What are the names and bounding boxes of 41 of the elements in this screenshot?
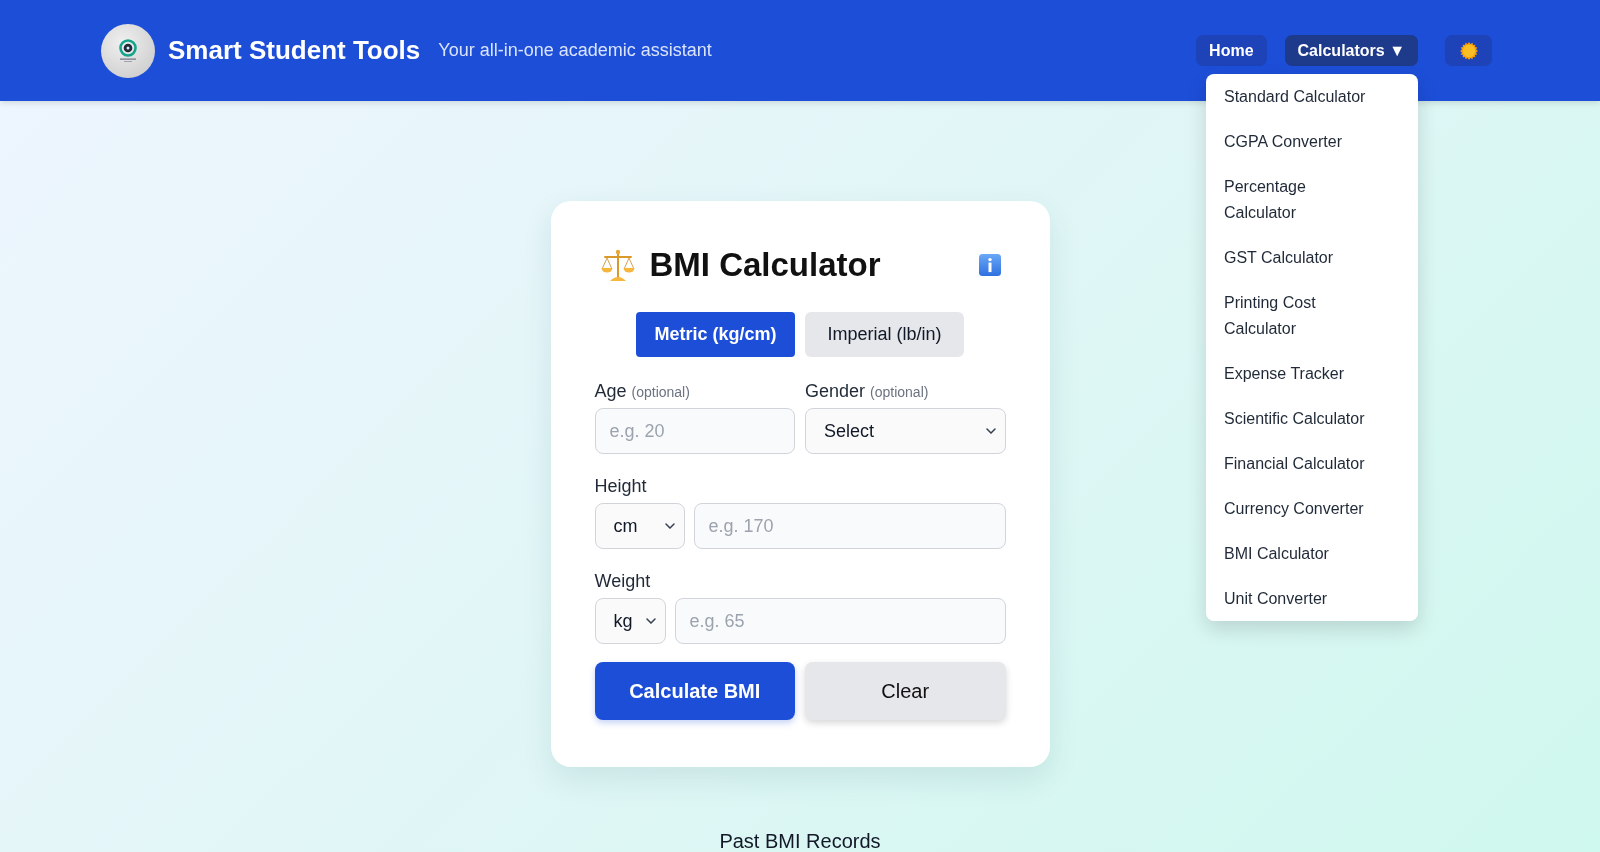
dropdown-menu-item[interactable]: BMI Calculator (1206, 531, 1418, 576)
gender-label: Gender (805, 381, 866, 401)
site-title: Smart Student Tools (168, 35, 421, 66)
home-nav-button[interactable]: Home (1196, 35, 1267, 66)
unit-tab[interactable]: Metric (kg/cm) (636, 312, 795, 357)
dropdown-menu-item[interactable]: Scientific Calculator (1206, 396, 1418, 441)
dropdown-menu-item[interactable]: GST Calculator (1206, 235, 1418, 280)
height-label: Height (594, 476, 647, 496)
calculators-nav-button[interactable]: Calculators ▼ (1284, 35, 1418, 66)
chevron-down-icon (664, 523, 675, 529)
optional-note: (optional) (631, 384, 690, 400)
age-field[interactable]: e.g. 20 (594, 408, 795, 454)
dropdown-menu-item[interactable]: Standard Calculator (1206, 74, 1418, 119)
dropdown-menu-item[interactable]: CGPA Converter (1206, 119, 1418, 164)
clear-button[interactable]: Clear (805, 662, 1006, 720)
weight-field[interactable]: e.g. 65 (674, 598, 1006, 644)
calculate-button[interactable]: Calculate BMI (594, 662, 795, 720)
chevron-down-icon (645, 618, 656, 624)
dropdown-menu-item[interactable]: Unit Converter (1206, 576, 1418, 621)
scales-icon (599, 247, 636, 283)
height-field[interactable]: e.g. 170 (693, 503, 1006, 549)
dropdown-menu-item[interactable]: Financial Calculator (1206, 441, 1418, 486)
chevron-down-icon (985, 428, 996, 434)
dropdown-menu-item[interactable]: Percentage Calculator (1206, 164, 1418, 235)
optional-note: (optional) (870, 384, 929, 400)
weight-label: Weight (594, 571, 651, 591)
info-icon[interactable] (978, 254, 1001, 276)
dropdown-menu-item[interactable]: Printing Cost Calculator (1206, 280, 1418, 351)
card-title: BMI Calculator (649, 246, 881, 284)
gender-select[interactable]: Select (805, 408, 1006, 454)
dropdown-menu-item[interactable]: Expense Tracker (1206, 351, 1418, 396)
age-label: Age (594, 381, 627, 401)
weight-unit-select[interactable]: kg (594, 598, 666, 644)
records-heading: Past BMI Records (719, 831, 881, 851)
height-unit-select[interactable]: cm (594, 503, 685, 549)
dropdown-menu-item[interactable]: Currency Converter (1206, 486, 1418, 531)
unit-tab[interactable]: Imperial (lb/in) (805, 312, 964, 357)
logo-icon (101, 23, 155, 78)
site-tagline: Your all-in-one academic assistant (438, 40, 712, 61)
sun-icon (1459, 41, 1478, 60)
theme-toggle-button[interactable] (1445, 35, 1492, 66)
